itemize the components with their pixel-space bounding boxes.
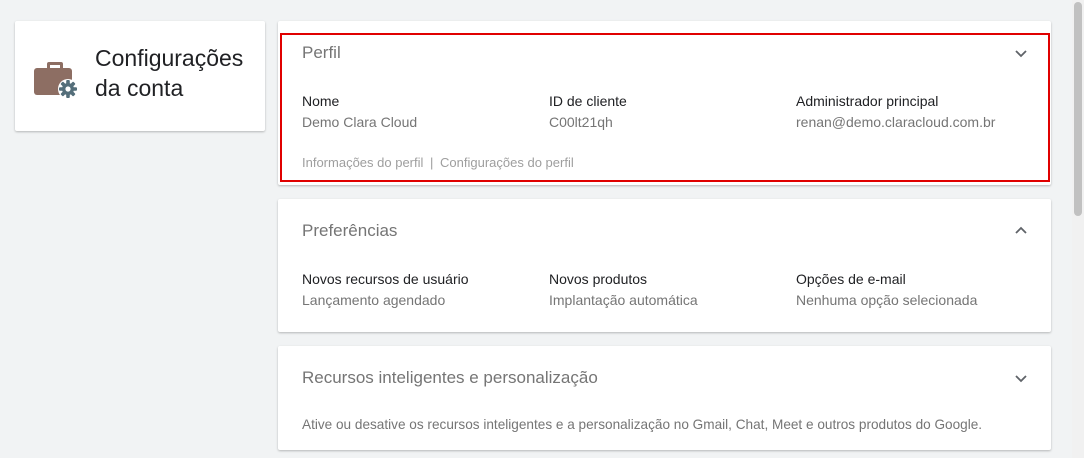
smart-features-description: Ative ou desative os recursos inteligent… xyxy=(302,417,983,432)
email-options-value: Nenhuma opção selecionada xyxy=(796,292,978,308)
new-products-value: Implantação automática xyxy=(549,292,698,308)
primary-admin-label: Administrador principal xyxy=(796,93,939,109)
profile-settings-link[interactable]: Configurações do perfil xyxy=(440,155,574,170)
chevron-down-icon[interactable] xyxy=(1013,370,1029,386)
profile-card[interactable]: Perfil Nome Demo Clara Cloud ID de clien… xyxy=(278,21,1051,185)
briefcase-gear-icon xyxy=(33,56,81,100)
account-settings-title: Configurações da conta xyxy=(95,45,244,101)
preferences-card[interactable]: Preferências Novos recursos de usuário L… xyxy=(278,199,1051,332)
scrollbar-thumb[interactable] xyxy=(1074,2,1082,216)
new-user-features-label: Novos recursos de usuário xyxy=(302,271,469,287)
scrollbar[interactable] xyxy=(1072,0,1084,458)
link-separator: | xyxy=(430,155,434,170)
new-user-features-value: Lançamento agendado xyxy=(302,292,446,308)
smart-features-card[interactable]: Recursos inteligentes e personalização A… xyxy=(278,346,1051,450)
chevron-up-icon[interactable] xyxy=(1013,223,1029,239)
customer-id-value: C00lt21qh xyxy=(549,114,613,130)
profile-info-link[interactable]: Informações do perfil xyxy=(302,155,423,170)
new-products-label: Novos produtos xyxy=(549,271,648,287)
profile-links: Informações do perfil | Configurações do… xyxy=(302,155,574,170)
account-settings-card: Configurações da conta xyxy=(15,21,265,131)
chevron-down-icon[interactable] xyxy=(1013,45,1029,61)
profile-name-value: Demo Clara Cloud xyxy=(302,114,418,130)
profile-name-label: Nome xyxy=(302,93,340,109)
customer-id-label: ID de cliente xyxy=(549,93,627,109)
smart-features-card-title: Recursos inteligentes e personalização xyxy=(302,368,598,387)
primary-admin-value: renan@demo.claracloud.com.br xyxy=(796,114,996,130)
email-options-label: Opções de e-mail xyxy=(796,271,906,287)
preferences-card-title: Preferências xyxy=(302,221,398,240)
profile-card-title: Perfil xyxy=(302,43,341,62)
